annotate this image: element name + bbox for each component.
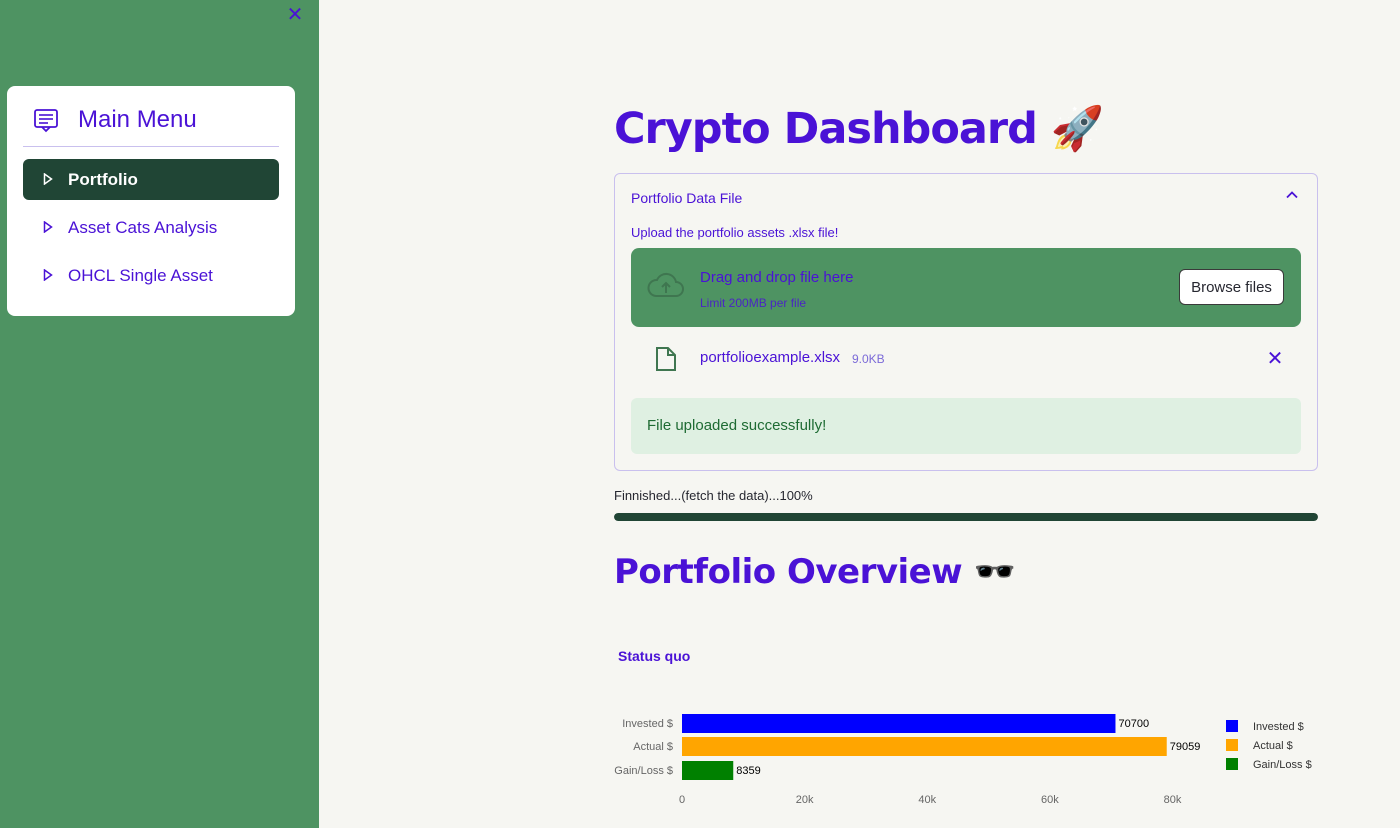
category-label: Gain/Loss $: [614, 765, 673, 777]
data-label: 70700: [1118, 718, 1149, 730]
legend-swatch: [1226, 758, 1238, 770]
x-tick-label: 20k: [796, 794, 814, 806]
dropzone-instructions: Drag and drop file here: [700, 269, 854, 286]
file-icon: [656, 347, 676, 371]
play-icon: [43, 269, 53, 281]
menu-title: Main Menu: [78, 106, 197, 133]
expander-title[interactable]: Portfolio Data File: [631, 190, 742, 206]
uploaded-file-name: portfolioexample.xlsx: [700, 349, 841, 366]
legend-label: Invested $: [1253, 721, 1304, 733]
success-alert: File uploaded successfully!: [631, 398, 1301, 454]
x-tick-label: 40k: [918, 794, 936, 806]
section-title: Portfolio Overview 🕶️: [614, 552, 1016, 592]
chevron-up-icon[interactable]: [1285, 188, 1299, 202]
legend-label: Gain/Loss $: [1253, 759, 1312, 771]
sidebar-item-asset-cats-analysis[interactable]: Asset Cats Analysis: [23, 207, 279, 248]
sidebar: ✕ Main Menu Portfolio Asset Cats Analysi…: [0, 0, 319, 828]
dropzone-limit: Limit 200MB per file: [700, 296, 807, 310]
progress-bar: [614, 513, 1318, 521]
menu-card-icon: [34, 109, 58, 133]
progress-bar-fill: [614, 513, 1318, 521]
file-dropzone[interactable]: Drag and drop file here Limit 200MB per …: [631, 248, 1301, 327]
sidebar-item-label: Portfolio: [68, 170, 138, 189]
progress-text: Finnished...(fetch the data)...100%: [614, 488, 813, 503]
upload-label: Upload the portfolio assets .xlsx file!: [631, 225, 839, 240]
status-quo-chart: Invested $ 70700 Actual $ 79059 Gain/Loss $ 8…: [614, 714, 1312, 806]
bar: [682, 761, 734, 780]
category-label: Actual $: [633, 741, 673, 753]
play-icon: [43, 221, 53, 233]
legend-swatch: [1226, 720, 1238, 732]
page-title: Crypto Dashboard 🚀: [614, 104, 1104, 154]
menu-header: Main Menu: [23, 104, 279, 147]
uploaded-file-size: 9.0KB: [852, 352, 885, 366]
portfolio-data-expander: Portfolio Data File Upload the portfolio…: [614, 173, 1318, 471]
remove-file-icon[interactable]: ✕: [1263, 346, 1287, 370]
legend-label: Actual $: [1253, 740, 1293, 752]
x-tick-label: 0: [679, 794, 685, 806]
bar: [682, 737, 1167, 756]
x-tick-label: 60k: [1041, 794, 1059, 806]
sidebar-item-portfolio[interactable]: Portfolio: [23, 159, 279, 200]
browse-files-button[interactable]: Browse files: [1179, 269, 1284, 305]
sidebar-close-icon[interactable]: ✕: [285, 3, 305, 25]
cloud-upload-icon: [647, 272, 684, 297]
data-label: 79059: [1170, 741, 1201, 753]
sidebar-item-label: OHCL Single Asset: [68, 266, 213, 285]
sidebar-item-ohcl-single-asset[interactable]: OHCL Single Asset: [23, 255, 279, 296]
chart-title: Status quo: [618, 648, 691, 664]
sidebar-item-label: Asset Cats Analysis: [68, 218, 218, 237]
play-icon: [43, 173, 53, 185]
main-content: Crypto Dashboard 🚀 Portfolio Data File U…: [614, 0, 1318, 828]
legend-swatch: [1226, 739, 1238, 751]
bar: [682, 714, 1116, 733]
x-tick-label: 80k: [1164, 794, 1182, 806]
success-message: File uploaded successfully!: [647, 417, 827, 434]
data-label: 8359: [736, 765, 760, 777]
main-menu-card: Main Menu Portfolio Asset Cats Analysis …: [7, 86, 295, 316]
category-label: Invested $: [622, 718, 673, 730]
